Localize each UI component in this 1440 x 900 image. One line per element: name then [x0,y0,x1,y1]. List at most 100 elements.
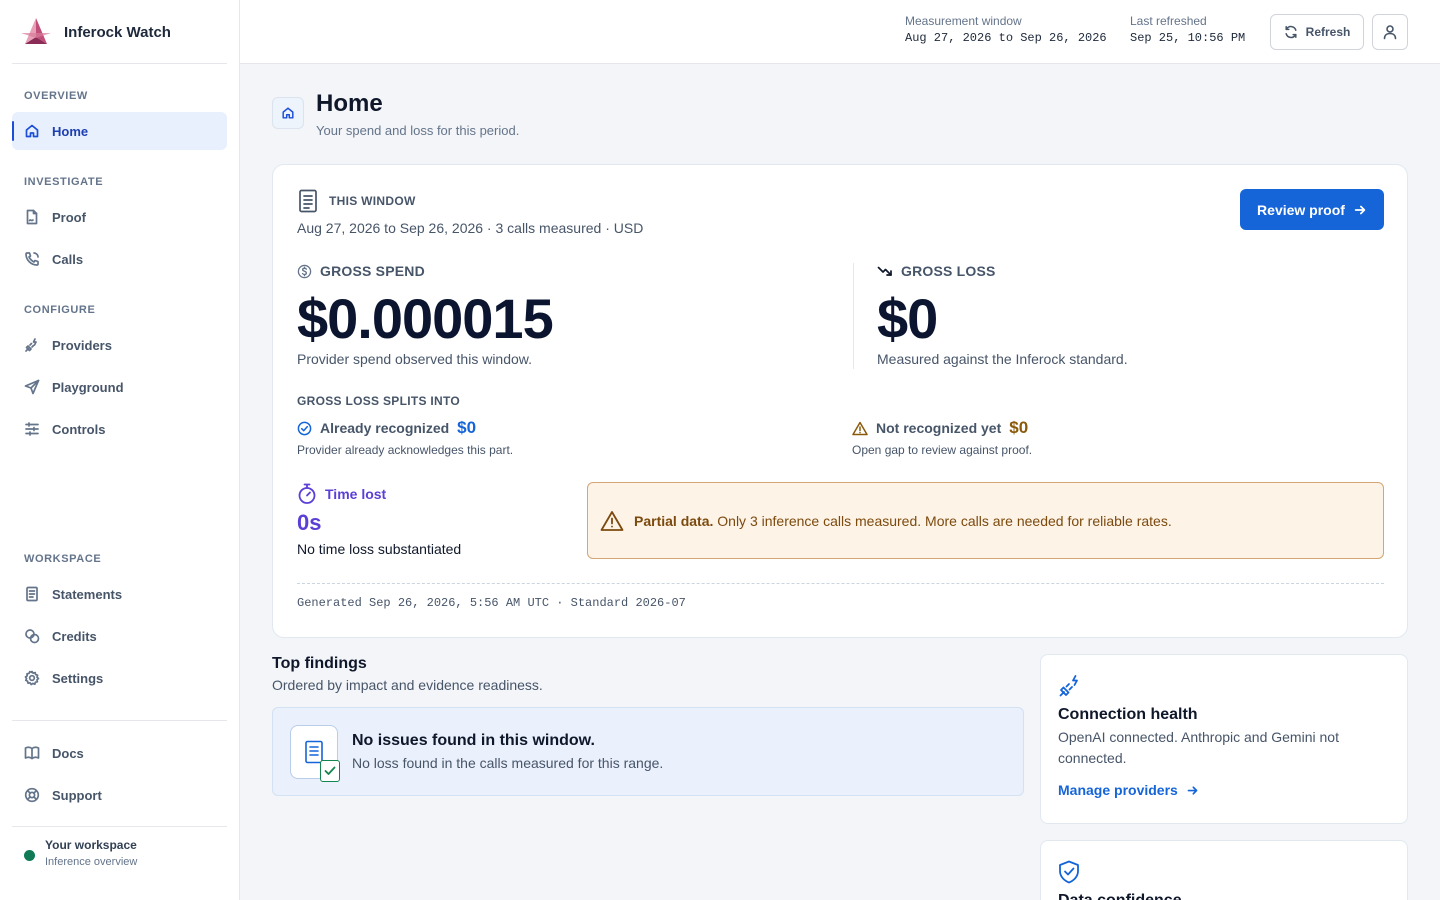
inferock-logo-icon [20,16,52,48]
manage-providers-link[interactable]: Manage providers [1058,782,1199,798]
manage-providers-label: Manage providers [1058,782,1178,798]
partial-data-warning: Partial data. Only 3 inference calls mea… [587,482,1384,559]
sidebar-divider [12,826,227,827]
home-icon [282,107,294,119]
refresh-button-label: Refresh [1305,25,1351,39]
time-lost-description: No time loss substantiated [297,541,462,557]
not-recognized-description: Open gap to review against proof. [852,443,1033,457]
metric-divider [853,263,854,369]
app-name: Inferock Watch [64,23,171,41]
measurement-window-label: Measurement window [905,14,1022,28]
check-circle-icon [297,421,312,435]
sidebar-item-providers[interactable]: Providers [12,326,227,364]
gross-spend-value: $0.000015 [297,287,554,350]
coins-icon [25,629,40,644]
measurement-window: Measurement window Aug 27, 2026 to Sep 2… [905,14,1107,45]
sidebar-item-proof[interactable]: Proof [12,198,227,236]
send-icon [24,379,40,395]
review-proof-button[interactable]: Review proof [1240,189,1384,230]
already-recognized-value: $0 [457,418,477,437]
window-label: THIS WINDOW [329,194,416,208]
sidebar-item-support[interactable]: Support [12,776,227,814]
doc-check-icon [320,760,340,782]
not-recognized-label: Not recognized yet [876,420,1002,436]
sidebar-item-label: Statements [52,586,123,602]
findings-subtitle: Ordered by impact and evidence readiness… [272,677,543,693]
measurement-window-value: Aug 27, 2026 to Sep 26, 2026 [905,31,1107,45]
gross-loss-value: $0 [877,287,938,350]
not-recognized: Not recognized yet $0 [852,418,1028,438]
warning-triangle-icon [600,510,624,531]
findings-empty-state: No issues found in this window. No loss … [272,707,1024,796]
sidebar-item-calls[interactable]: Calls [12,240,227,278]
refresh-icon [1285,25,1297,39]
sidebar-item-label: Docs [52,745,84,761]
connection-health-title: Connection health [1058,706,1198,723]
summary-card: THIS WINDOW Aug 27, 2026 to Sep 26, 2026… [272,164,1408,638]
sidebar: Inferock Watch OVERVIEW Home INVESTIGATE… [0,0,240,900]
gross-spend-description: Provider spend observed this window. [297,351,533,367]
brand[interactable]: Inferock Watch [20,16,171,48]
gross-loss-description: Measured against the Inferock standard. [877,351,1128,367]
last-refreshed-label: Last refreshed [1130,14,1207,28]
file-signature-icon [26,209,38,225]
gross-loss-header: GROSS LOSS [877,263,996,279]
already-recognized-description: Provider already acknowledges this part. [297,443,514,457]
sidebar-item-label: Support [52,787,102,803]
already-recognized-label: Already recognized [320,420,450,436]
gear-icon [24,670,40,686]
statement-icon [26,586,38,602]
top-bar: Measurement window Aug 27, 2026 to Sep 2… [240,0,1440,64]
gross-spend-header: GROSS SPEND [297,263,425,279]
plug-icon [1058,674,1082,698]
sidebar-item-statements[interactable]: Statements [12,575,227,613]
last-refreshed-value: Sep 25, 10:56 PM [1130,31,1246,45]
workspace-switcher[interactable]: Your workspace Inference overview [24,838,137,868]
sidebar-item-credits[interactable]: Credits [12,617,227,655]
sidebar-item-controls[interactable]: Controls [12,410,227,448]
generated-stamp: Generated Sep 26, 2026, 5:56 AM UTC · St… [297,596,686,610]
plug-icon [25,338,37,352]
sidebar-item-label: Proof [52,209,86,225]
sidebar-item-label: Settings [52,670,104,686]
window-header: THIS WINDOW [297,189,416,213]
warning-title: Partial data. [634,512,714,529]
empty-state-title: No issues found in this window. [352,732,595,749]
sidebar-item-label: Providers [52,337,112,353]
sidebar-item-label: Controls [52,421,106,437]
sidebar-item-playground[interactable]: Playground [12,368,227,406]
sidebar-item-docs[interactable]: Docs [12,734,227,772]
time-lost-label: Time lost [325,486,387,502]
sidebar-item-label: Home [52,123,89,139]
workspace-subtitle: Inference overview [45,856,138,868]
sidebar-item-settings[interactable]: Settings [12,659,227,697]
home-icon [25,124,39,138]
sidebar-item-label: Calls [52,251,84,267]
section-configure: CONFIGURE [24,304,96,316]
sidebar-item-label: Credits [52,628,97,644]
phone-icon [25,252,39,266]
sidebar-item-home[interactable]: Home [12,112,227,150]
book-icon [24,746,40,760]
page-icon [272,97,304,129]
dollar-circle-icon [297,264,312,278]
gross-loss-label: GROSS LOSS [901,263,996,279]
data-confidence-card: Data confidence [1040,840,1408,900]
not-recognized-value: $0 [1009,418,1029,437]
time-lost-header: Time lost [297,483,386,505]
trend-down-icon [877,266,892,276]
workspace-status-dot [24,850,35,861]
sidebar-item-label: Playground [52,379,124,395]
refresh-button[interactable]: Refresh [1270,14,1364,50]
last-refreshed: Last refreshed Sep 25, 10:56 PM [1130,14,1245,45]
window-detail: Aug 27, 2026 to Sep 26, 2026 · 3 calls m… [297,220,644,236]
section-overview: OVERVIEW [24,90,88,102]
gross-spend-label: GROSS SPEND [320,263,425,279]
empty-state-text: No loss found in the calls measured for … [352,755,664,771]
user-menu-button[interactable] [1372,14,1408,50]
page-title: Home [316,90,383,117]
review-proof-label: Review proof [1257,201,1345,218]
data-confidence-title: Data confidence [1058,892,1182,900]
time-lost-value: 0s [297,510,322,535]
section-investigate: INVESTIGATE [24,176,104,188]
